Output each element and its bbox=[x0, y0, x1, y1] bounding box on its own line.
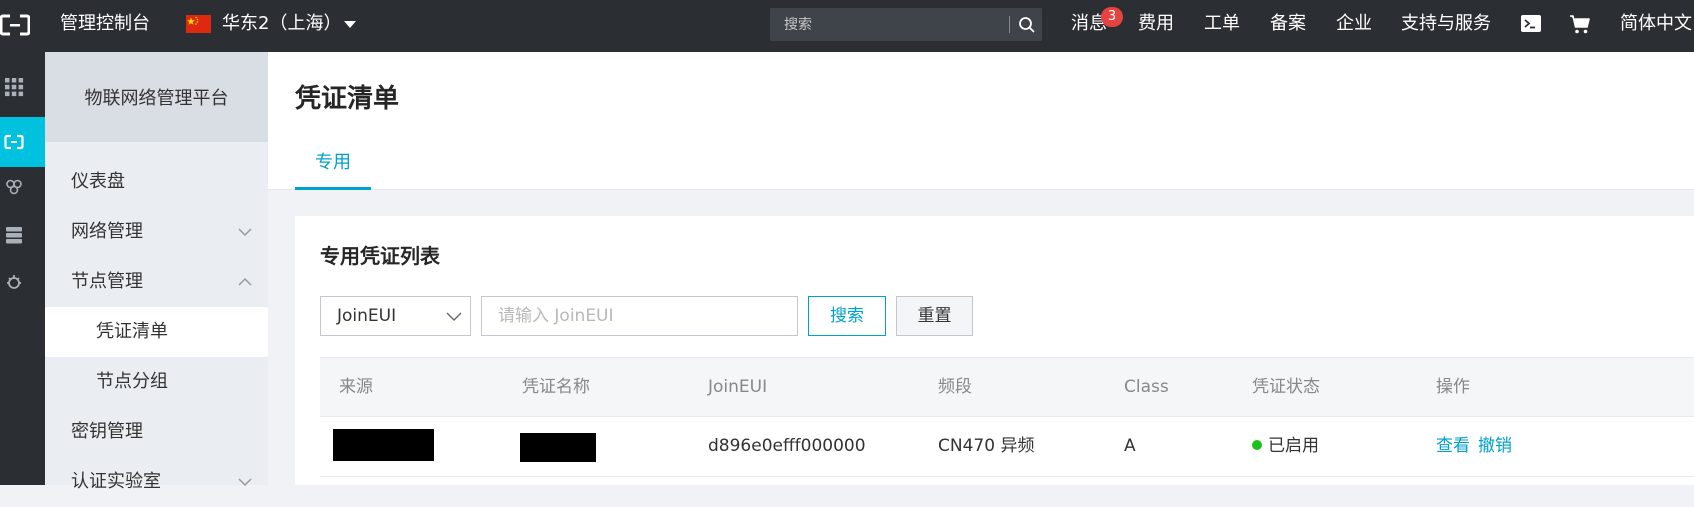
column-header-class: Class bbox=[1124, 377, 1169, 397]
credential-list-card: 专用凭证列表 JoinEUI 搜索 重置 来源 凭证名称 JoinEUI 频段 … bbox=[295, 216, 1694, 485]
aliyun-logo-icon[interactable] bbox=[0, 14, 30, 36]
main-content: 凭证清单 专用 专用凭证列表 JoinEUI 搜索 重置 来源 凭证名称 Joi… bbox=[268, 52, 1694, 485]
sidebar-item-dashboard[interactable]: 仪表盘 bbox=[45, 157, 268, 207]
column-header-status: 凭证状态 bbox=[1252, 377, 1320, 397]
rail-item-products[interactable] bbox=[0, 62, 45, 112]
cell-status: 已启用 bbox=[1252, 417, 1319, 476]
cell-joineui: d896e0efff000000 bbox=[708, 436, 866, 456]
sidebar-item-node-groups[interactable]: 节点分组 bbox=[45, 357, 268, 407]
product-rail bbox=[0, 52, 45, 485]
nav-language[interactable]: 简体中文 bbox=[1620, 0, 1692, 52]
search-divider bbox=[1009, 16, 1010, 33]
sidebar-header: 物联网络管理平台 bbox=[45, 52, 268, 142]
sidebar-item-label: 节点分组 bbox=[96, 371, 168, 392]
sidebar-item-label: 网络管理 bbox=[71, 221, 143, 242]
page-header: 凭证清单 专用 bbox=[268, 52, 1694, 190]
console-title-link[interactable]: 管理控制台 bbox=[60, 0, 150, 52]
table-header: 来源 凭证名称 JoinEUI 频段 Class 凭证状态 操作 bbox=[320, 357, 1694, 417]
card-title: 专用凭证列表 bbox=[320, 244, 440, 268]
message-count-badge: 3 bbox=[1101, 7, 1123, 27]
redacted-source bbox=[333, 429, 434, 461]
table-row: d896e0efff000000 CN470 异频 A 已启用 查看 撤销 bbox=[320, 417, 1694, 477]
console-logo-icon bbox=[4, 134, 24, 150]
chevron-down-icon bbox=[238, 478, 252, 487]
cart-icon[interactable] bbox=[1568, 12, 1592, 36]
chevron-up-icon bbox=[238, 277, 252, 286]
tab-dedicated[interactable]: 专用 bbox=[295, 138, 371, 190]
nav-messages[interactable]: 消息 bbox=[1071, 0, 1107, 52]
column-header-actions: 操作 bbox=[1436, 377, 1470, 397]
server-icon bbox=[6, 227, 22, 244]
sidebar: 物联网络管理平台 仪表盘 网络管理 节点管理 凭证清单 节点分组 密钥管理 认证… bbox=[45, 52, 268, 492]
cell-band: CN470 异频 bbox=[938, 436, 1035, 456]
nav-icp[interactable]: 备案 bbox=[1270, 0, 1306, 52]
sidebar-item-label: 节点管理 bbox=[71, 271, 143, 292]
status-label: 已启用 bbox=[1268, 436, 1319, 456]
sidebar-item-cert-lab[interactable]: 认证实验室 bbox=[45, 457, 268, 507]
nav-support[interactable]: 支持与服务 bbox=[1401, 0, 1491, 52]
status-enabled-dot-icon bbox=[1252, 440, 1262, 450]
sidebar-item-network[interactable]: 网络管理 bbox=[45, 207, 268, 257]
nav-billing[interactable]: 费用 bbox=[1138, 0, 1174, 52]
nav-enterprise[interactable]: 企业 bbox=[1336, 0, 1372, 52]
global-search bbox=[770, 8, 1042, 41]
sidebar-item-label: 仪表盘 bbox=[71, 171, 125, 192]
cell-class: A bbox=[1124, 436, 1136, 456]
search-button[interactable]: 搜索 bbox=[808, 296, 886, 336]
rail-item-cloud[interactable] bbox=[0, 257, 45, 307]
sidebar-item-label: 认证实验室 bbox=[71, 471, 161, 492]
column-header-joineui: JoinEUI bbox=[708, 377, 768, 397]
global-search-input[interactable] bbox=[770, 8, 1006, 41]
select-value: JoinEUI bbox=[337, 306, 397, 326]
page-title: 凭证清单 bbox=[295, 84, 400, 114]
top-bar: 管理控制台 华东2（上海） 消息 3 费用 工单 备案 企业 支持与服务 bbox=[0, 0, 1694, 52]
rail-item-console-home[interactable] bbox=[0, 117, 45, 167]
sidebar-item-label: 密钥管理 bbox=[71, 421, 143, 442]
view-link[interactable]: 查看 bbox=[1436, 417, 1470, 476]
filter-field-select[interactable]: JoinEUI bbox=[320, 296, 471, 336]
nav-tickets[interactable]: 工单 bbox=[1204, 0, 1240, 52]
redacted-credential-name bbox=[520, 433, 596, 462]
terminal-icon[interactable] bbox=[1520, 13, 1542, 35]
gear-cloud-icon bbox=[7, 275, 21, 289]
joineui-search-input[interactable] bbox=[481, 296, 798, 336]
chevron-down-icon bbox=[238, 228, 252, 237]
sidebar-item-credentials[interactable]: 凭证清单 bbox=[45, 307, 268, 357]
reset-button[interactable]: 重置 bbox=[896, 296, 973, 336]
cluster-icon bbox=[6, 179, 22, 195]
rail-item-iot[interactable] bbox=[0, 162, 45, 212]
chevron-down-icon bbox=[446, 312, 462, 321]
sidebar-item-label: 凭证清单 bbox=[96, 321, 168, 342]
revoke-link[interactable]: 撤销 bbox=[1478, 417, 1512, 476]
column-header-name: 凭证名称 bbox=[522, 377, 590, 397]
region-selector[interactable]: 华东2（上海） bbox=[222, 0, 341, 52]
caret-down-icon[interactable] bbox=[344, 21, 356, 28]
sidebar-item-nodes[interactable]: 节点管理 bbox=[45, 257, 268, 307]
column-header-band: 频段 bbox=[938, 377, 972, 397]
sidebar-item-keys[interactable]: 密钥管理 bbox=[45, 407, 268, 457]
grid-icon bbox=[5, 78, 24, 97]
column-header-source: 来源 bbox=[339, 377, 373, 397]
rail-item-storage[interactable] bbox=[0, 210, 45, 260]
search-icon[interactable] bbox=[1018, 16, 1036, 34]
china-flag-icon bbox=[186, 15, 211, 33]
